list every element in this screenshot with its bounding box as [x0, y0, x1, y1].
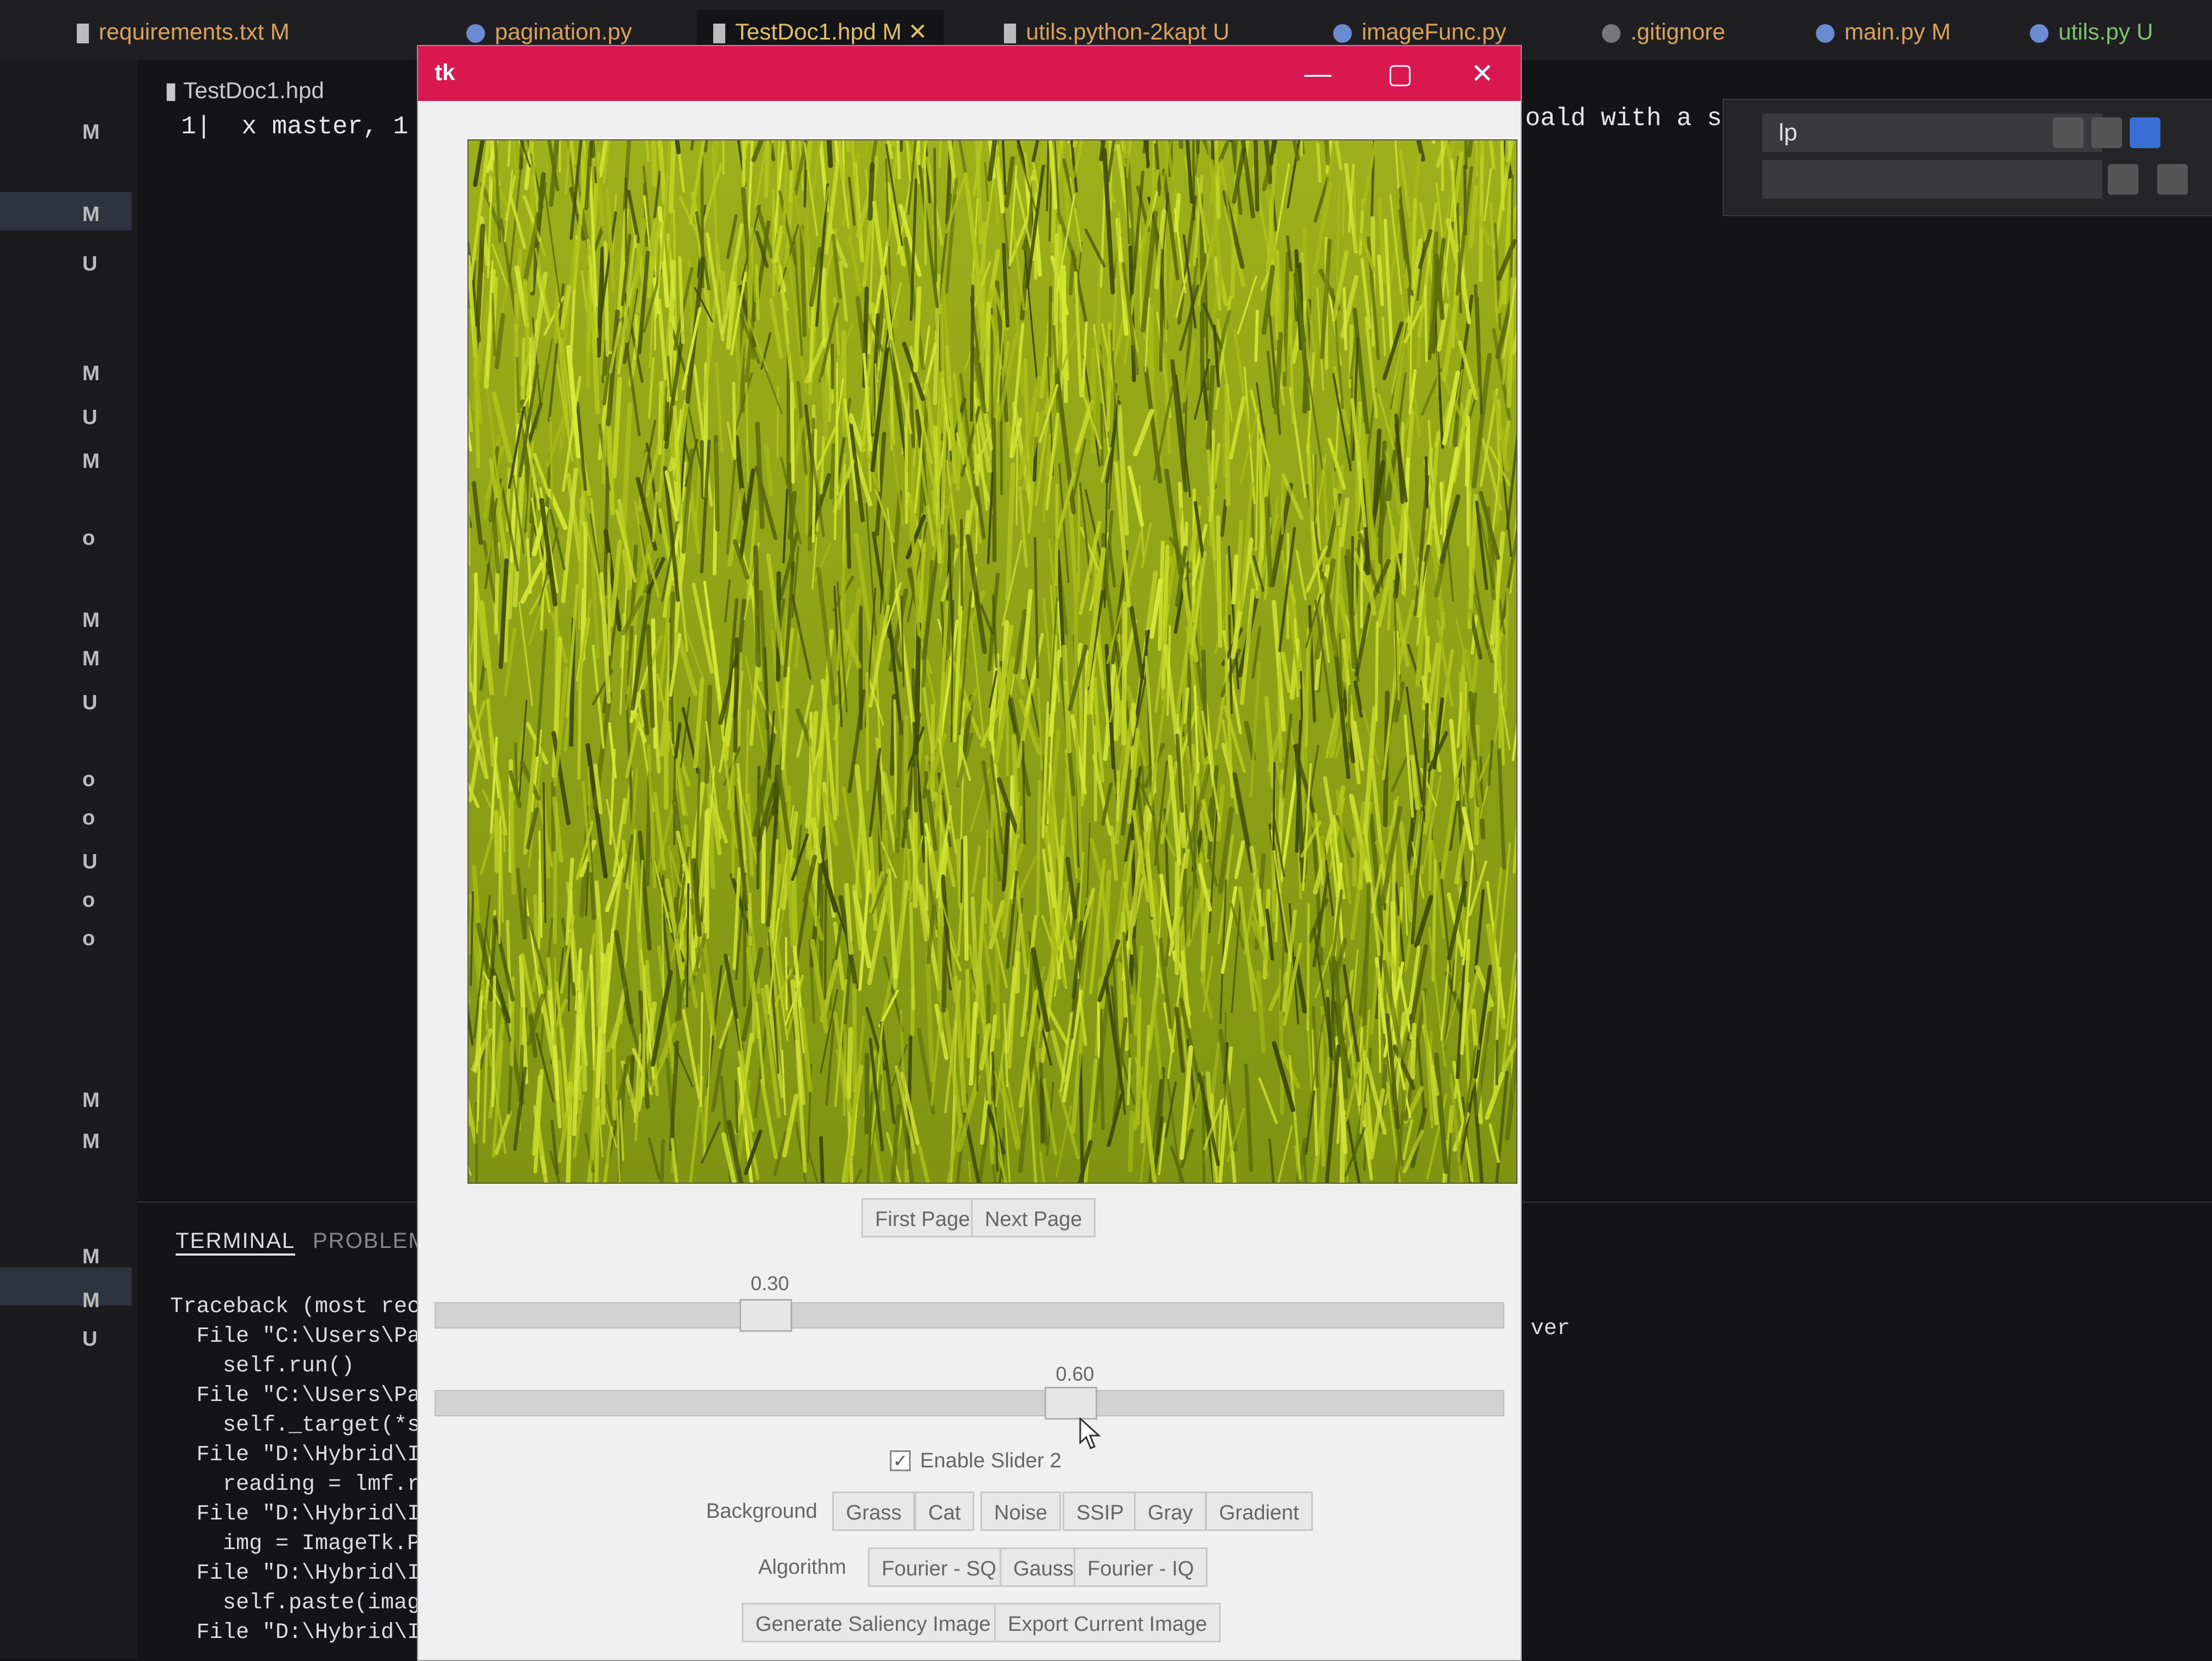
tab-utils[interactable]: utils.py U	[2030, 10, 2153, 54]
file-icon: ▮	[165, 77, 184, 103]
tab-main[interactable]: main.py M	[1816, 10, 1951, 54]
terminal-line: Traceback (most rec	[170, 1295, 421, 1319]
gutter-git-mark: M	[82, 647, 100, 670]
close-button[interactable]: ✕	[1449, 52, 1515, 95]
file-icon	[1004, 23, 1016, 43]
gutter-selection	[0, 1267, 132, 1306]
terminal-line: self._target(*s	[170, 1413, 421, 1438]
terminal-line: reading = lmf.rs	[170, 1472, 434, 1497]
gutter-git-mark: M	[82, 1245, 100, 1268]
python-file-icon	[466, 24, 485, 43]
grass-image	[469, 140, 1516, 1183]
code-line[interactable]: 1| x master, 1	[181, 112, 408, 141]
terminal-line: self.paste(imag	[170, 1591, 421, 1615]
code-line[interactable]: oald with a sig	[1525, 104, 1752, 133]
terminal-line: self.run()	[170, 1354, 355, 1378]
gutter-git-mark: M	[82, 121, 100, 144]
algorithm-fourier-sq-button[interactable]: Fourier - SQ	[868, 1547, 1011, 1587]
minimize-button[interactable]: —	[1285, 52, 1351, 95]
background-label: Background	[706, 1500, 817, 1523]
gutter-git-mark: o	[82, 889, 95, 912]
gutter-git-mark: M	[82, 203, 100, 226]
breadcrumb[interactable]: ▮ TestDoc1.hpd	[165, 77, 324, 104]
maximize-button[interactable]: ▢	[1367, 52, 1433, 95]
enable-slider2-label: Enable Slider 2	[920, 1449, 1062, 1472]
tab-terminal[interactable]: TERMINAL	[176, 1229, 296, 1256]
close-icon[interactable]: ✕	[908, 19, 927, 44]
gutter-git-mark: U	[82, 691, 98, 714]
tab-gitignore[interactable]: .gitignore	[1602, 10, 1725, 54]
replace-input[interactable]	[1762, 160, 2102, 199]
terminal-line: File "C:\Users\Pa	[170, 1383, 421, 1408]
algorithm-label: Algorithm	[758, 1556, 847, 1579]
gutter-git-mark: o	[82, 927, 95, 950]
gutter-git-mark: M	[82, 1289, 100, 1312]
git-icon	[1602, 24, 1621, 43]
gutter-git-mark: o	[82, 527, 95, 550]
gutter-git-mark: M	[82, 1089, 100, 1112]
slider1-thumb[interactable]	[740, 1299, 793, 1332]
gutter-git-mark: o	[82, 806, 95, 829]
gutter-git-mark: o	[82, 768, 95, 791]
app-window: tk — ▢ ✕ First Page Next Page 0.30 0.60 …	[417, 45, 1522, 1661]
tab-requirements[interactable]: requirements.txt M	[77, 10, 290, 54]
terminal-line: File "D:\Hybrid\In	[170, 1502, 434, 1527]
slider1-track[interactable]	[435, 1302, 1504, 1329]
mouse-cursor-icon	[1079, 1417, 1101, 1449]
gutter-git-mark: M	[82, 609, 100, 632]
gutter-git-mark: U	[82, 850, 98, 873]
gutter-git-mark: M	[82, 362, 100, 385]
python-file-icon	[1816, 24, 1835, 43]
title-bar[interactable]: tk — ▢ ✕	[418, 46, 1521, 101]
preserve-case-icon[interactable]	[2108, 164, 2138, 195]
terminal-line: File "D:\Hybrid\In	[170, 1561, 434, 1586]
ide-gutter	[0, 60, 137, 1659]
whole-word-icon[interactable]	[2091, 117, 2122, 148]
python-file-icon	[2030, 24, 2049, 43]
background-noise-button[interactable]: Noise	[980, 1491, 1062, 1531]
background-ssip-button[interactable]: SSIP	[1063, 1491, 1138, 1531]
match-case-icon[interactable]	[2053, 117, 2084, 148]
find-query: lp	[1779, 119, 1798, 146]
terminal-line: File "D:\Hybrid\In	[170, 1620, 434, 1645]
python-file-icon	[1333, 24, 1352, 43]
terminal-line: File "D:\Hybrid\In	[170, 1443, 434, 1467]
find-input[interactable]	[1762, 114, 2102, 152]
background-gray-button[interactable]: Gray	[1134, 1491, 1207, 1531]
file-icon	[77, 23, 89, 43]
background-grass-button[interactable]: Grass	[832, 1491, 916, 1531]
gutter-git-mark: U	[82, 252, 98, 275]
slider2-track[interactable]	[435, 1390, 1504, 1416]
terminal-line: img = ImageTk.P	[170, 1532, 421, 1556]
enable-slider2-checkbox[interactable]: ✓	[890, 1450, 911, 1471]
terminal-line: File "C:\Users\Pa	[170, 1324, 421, 1349]
gutter-git-mark: U	[82, 406, 98, 429]
replace-icon[interactable]	[2157, 164, 2188, 195]
slider2-value: 0.60	[1056, 1363, 1094, 1385]
background-gradient-button[interactable]: Gradient	[1205, 1491, 1313, 1531]
file-icon	[713, 23, 725, 43]
algorithm-fourier-iq-button[interactable]: Fourier - IQ	[1074, 1547, 1208, 1587]
gutter-git-mark: M	[82, 1130, 100, 1153]
slider2-thumb[interactable]	[1045, 1387, 1098, 1420]
slider1-value: 0.30	[751, 1272, 789, 1295]
first-page-button[interactable]: First Page	[861, 1198, 984, 1238]
gutter-selection	[0, 192, 132, 230]
gutter-git-mark: M	[82, 450, 100, 473]
regex-icon[interactable]	[2130, 117, 2160, 148]
image-display	[467, 139, 1517, 1184]
next-page-button[interactable]: Next Page	[971, 1198, 1096, 1238]
background-cat-button[interactable]: Cat	[915, 1491, 975, 1531]
generate-saliency-button[interactable]: Generate Saliency Image	[742, 1603, 1005, 1642]
find-widget: lp	[1723, 99, 2212, 216]
tk-feather-icon: tk	[435, 59, 455, 85]
gutter-git-mark: U	[82, 1327, 98, 1351]
export-image-button[interactable]: Export Current Image	[994, 1603, 1221, 1642]
terminal-line: ver	[1531, 1317, 1571, 1341]
